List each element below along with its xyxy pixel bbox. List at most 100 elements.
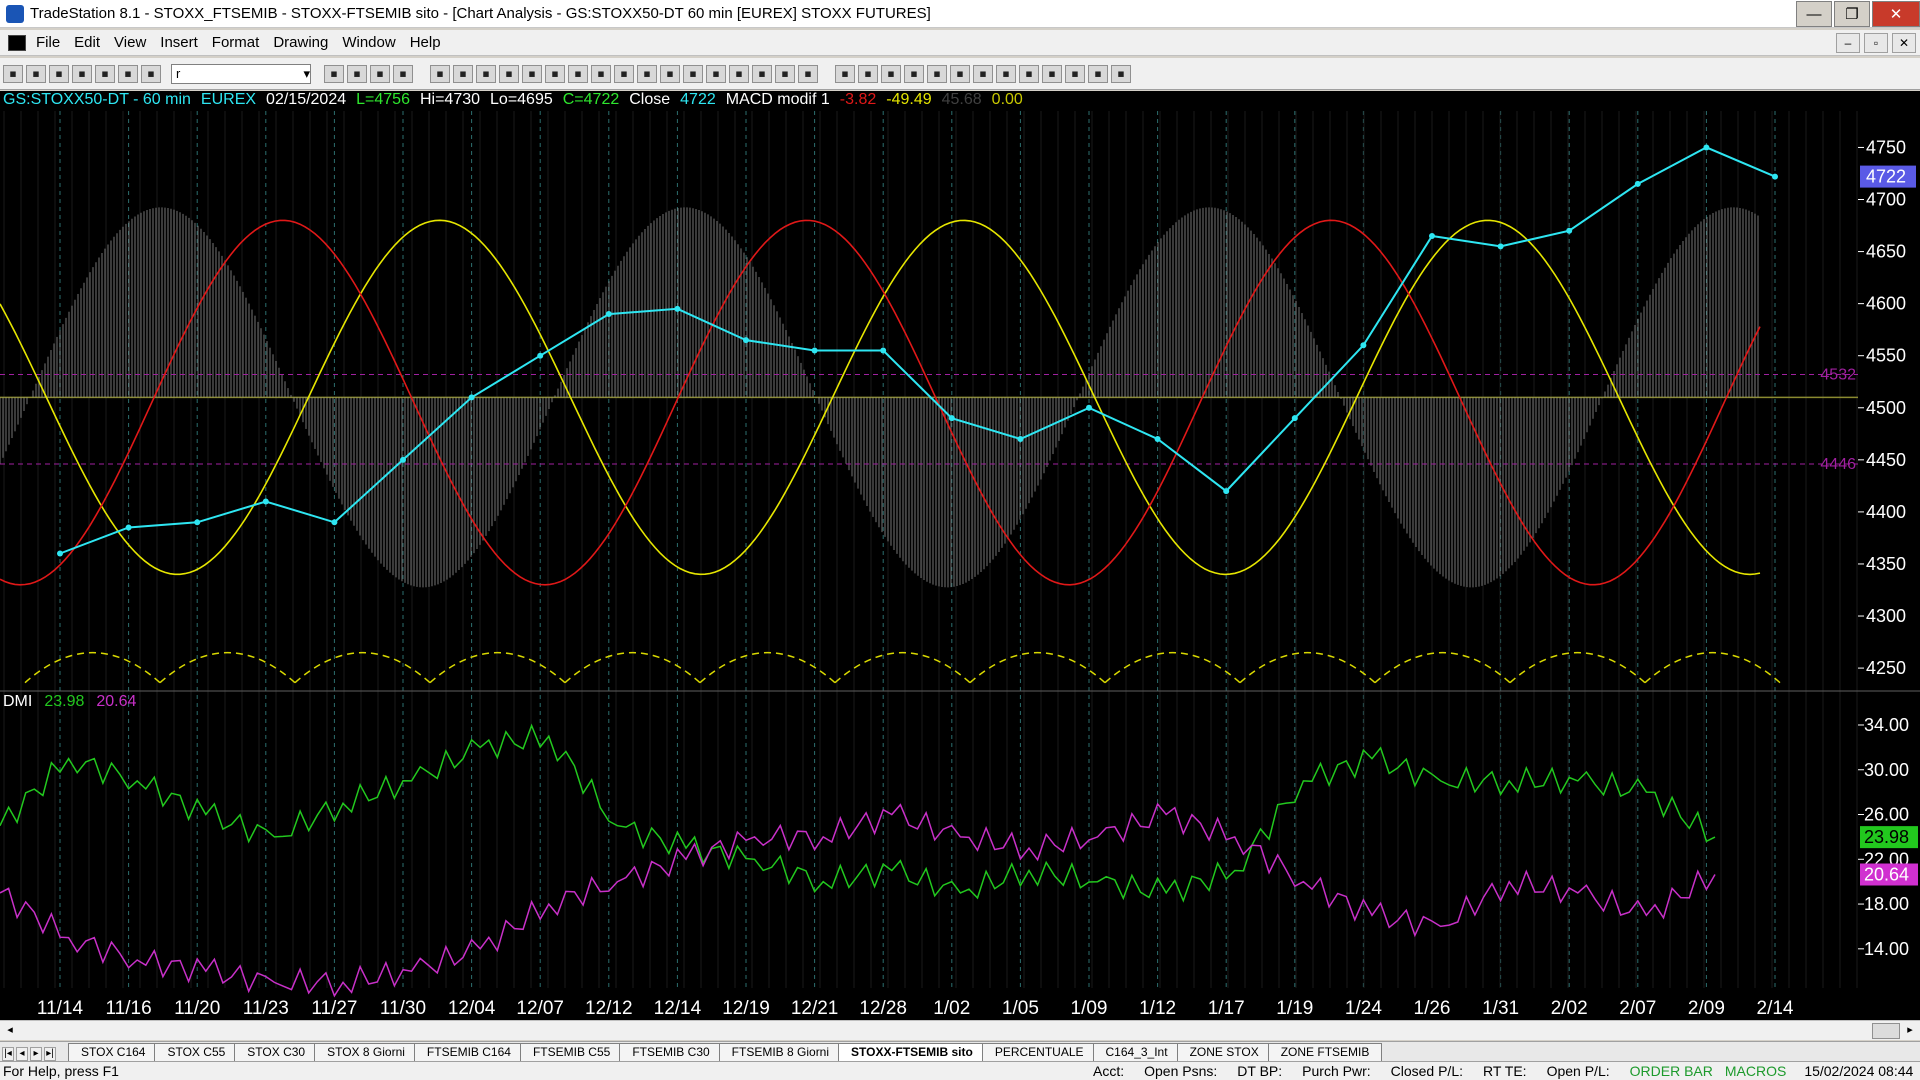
candle-icon[interactable]: ▪ xyxy=(591,64,611,83)
dmi-magenta-label: 20.64 xyxy=(1864,865,1909,885)
tab-6[interactable]: FTSEMIB C30 xyxy=(619,1043,723,1061)
tab-7[interactable]: FTSEMIB 8 Giorni xyxy=(718,1043,843,1061)
menu-help[interactable]: Help xyxy=(410,34,451,51)
price-tick-label: 4450 xyxy=(1866,450,1906,470)
date-label: 1/31 xyxy=(1482,998,1519,1019)
legend-macd-v2: -49.49 xyxy=(886,91,932,108)
tools-icon[interactable]: ▪ xyxy=(752,64,772,83)
tab-9[interactable]: PERCENTUALE xyxy=(981,1043,1097,1061)
save-all-icon[interactable]: ▪ xyxy=(72,64,92,83)
date-label: 11/16 xyxy=(106,998,152,1019)
text-icon[interactable]: ▪ xyxy=(996,64,1016,83)
export-icon[interactable]: ▪ xyxy=(775,64,795,83)
workspace2-icon[interactable]: ▪ xyxy=(324,64,344,83)
new-icon[interactable]: ▪ xyxy=(3,64,23,83)
workspace-icon[interactable]: ▪ xyxy=(141,64,161,83)
arc-icon[interactable]: ▪ xyxy=(927,64,947,83)
level-label: 4532 xyxy=(1820,366,1856,383)
format-icon[interactable]: ▪ xyxy=(370,64,390,83)
chart-area[interactable]: 4532 4446 4750 4700 4650 4600 4550 4500 4450 4400… xyxy=(0,91,1920,1028)
colors-icon[interactable]: ▪ xyxy=(393,64,413,83)
tab-nav-prev-icon[interactable]: ◂ xyxy=(16,1047,28,1061)
lock-icon[interactable]: ▪ xyxy=(347,64,367,83)
line-icon[interactable]: ▪ xyxy=(614,64,634,83)
arrow-down-icon[interactable]: ▪ xyxy=(1042,64,1062,83)
hline-icon[interactable]: ▪ xyxy=(881,64,901,83)
ellipse-icon[interactable]: ▪ xyxy=(1065,64,1085,83)
abc-icon[interactable]: ▪ xyxy=(1111,64,1131,83)
zoom-in-icon[interactable]: ▪ xyxy=(660,64,680,83)
save-icon[interactable]: ▪ xyxy=(49,64,69,83)
gann-icon[interactable]: ▪ xyxy=(973,64,993,83)
cursor-icon[interactable]: ▪ xyxy=(706,64,726,83)
price-tick-label: 4550 xyxy=(1866,346,1906,366)
symbol-input[interactable]: r ▾ xyxy=(171,63,311,84)
strategy-icon[interactable]: ▪ xyxy=(522,64,542,83)
data-icon[interactable]: ▪ xyxy=(545,64,565,83)
price-point xyxy=(1154,436,1161,443)
tab-12[interactable]: ZONE FTSEMIB xyxy=(1267,1043,1383,1061)
price-tick-label: 4400 xyxy=(1866,502,1906,522)
menu-drawing[interactable]: Drawing xyxy=(273,34,338,51)
point-icon[interactable]: ▪ xyxy=(637,64,657,83)
order-bar-button[interactable]: ORDER BAR xyxy=(1630,1063,1713,1079)
tab-11[interactable]: ZONE STOX xyxy=(1176,1043,1272,1061)
tab-0[interactable]: STOX C164 xyxy=(68,1043,159,1061)
horizontal-scrollbar[interactable]: ◂ ▸ xyxy=(0,1020,1920,1040)
tab-8[interactable]: STOXX-FTSEMIB sito xyxy=(838,1043,986,1061)
open-icon[interactable]: ▪ xyxy=(26,64,46,83)
minimize-button[interactable]: — xyxy=(1796,1,1832,27)
menu-window[interactable]: Window xyxy=(342,34,405,51)
restore-button[interactable]: ❐ xyxy=(1834,1,1870,27)
fib-icon[interactable]: ▪ xyxy=(858,64,878,83)
print-preview-icon[interactable]: ▪ xyxy=(118,64,138,83)
hand-icon[interactable]: ▪ xyxy=(729,64,749,83)
menu-edit[interactable]: Edit xyxy=(74,34,110,51)
tab-nav-next-icon[interactable]: ▸ xyxy=(30,1047,42,1061)
tab-10[interactable]: C164_3_Int xyxy=(1092,1043,1181,1061)
bar-icon[interactable]: ▪ xyxy=(568,64,588,83)
tab-3[interactable]: STOX 8 Giorni xyxy=(314,1043,418,1061)
price-point xyxy=(605,311,612,318)
macros-button[interactable]: MACROS xyxy=(1725,1063,1786,1079)
menu-file[interactable]: File xyxy=(36,34,70,51)
rect-icon[interactable]: ▪ xyxy=(1088,64,1108,83)
scroll-thumb[interactable] xyxy=(1872,1023,1900,1039)
mdi-close-button[interactable]: ✕ xyxy=(1892,33,1916,53)
chart-svg[interactable]: 4532 4446 4750 4700 4650 4600 4550 4500 4450 4400… xyxy=(0,91,1920,1028)
menu-insert[interactable]: Insert xyxy=(160,34,208,51)
legend-date: 02/15/2024 xyxy=(266,91,347,108)
grid-icon[interactable]: ▪ xyxy=(798,64,818,83)
indicator-icon[interactable]: ▪ xyxy=(476,64,496,83)
tab-nav-first-icon[interactable]: |◂ xyxy=(2,1047,14,1061)
close-button[interactable]: ✕ xyxy=(1872,1,1920,27)
price-point xyxy=(400,456,406,463)
vline-icon[interactable]: ▪ xyxy=(904,64,924,83)
chart-icon[interactable]: ▪ xyxy=(453,64,473,83)
price-tick-label: 4700 xyxy=(1866,190,1906,210)
tab-5[interactable]: FTSEMIB C55 xyxy=(519,1043,624,1061)
tab-4[interactable]: FTSEMIB C164 xyxy=(413,1043,524,1061)
channel-icon[interactable]: ▪ xyxy=(950,64,970,83)
tab-1[interactable]: STOX C55 xyxy=(154,1043,239,1061)
insert-icon[interactable]: ▪ xyxy=(430,64,450,83)
scroll-right-icon[interactable]: ▸ xyxy=(1902,1023,1918,1039)
print-icon[interactable]: ▪ xyxy=(95,64,115,83)
trend-line-icon[interactable]: ▪ xyxy=(835,64,855,83)
arrow-up-icon[interactable]: ▪ xyxy=(1019,64,1039,83)
price-point xyxy=(125,524,132,531)
study-icon[interactable]: ▪ xyxy=(499,64,519,83)
chevron-down-icon[interactable]: ▾ xyxy=(303,66,310,82)
price-tick-label: 4650 xyxy=(1866,242,1906,262)
mdi-restore-button[interactable]: ▫ xyxy=(1864,33,1888,53)
mdi-minimize-button[interactable]: – xyxy=(1836,33,1860,53)
price-point xyxy=(1360,342,1367,349)
menu-view[interactable]: View xyxy=(114,34,156,51)
scroll-left-icon[interactable]: ◂ xyxy=(2,1023,18,1039)
menu-format[interactable]: Format xyxy=(212,34,270,51)
chart-window-icon[interactable] xyxy=(8,34,26,51)
tab-nav-last-icon[interactable]: ▸| xyxy=(44,1047,56,1061)
zoom-out-icon[interactable]: ▪ xyxy=(683,64,703,83)
price-point xyxy=(948,415,955,422)
tab-2[interactable]: STOX C30 xyxy=(234,1043,319,1061)
